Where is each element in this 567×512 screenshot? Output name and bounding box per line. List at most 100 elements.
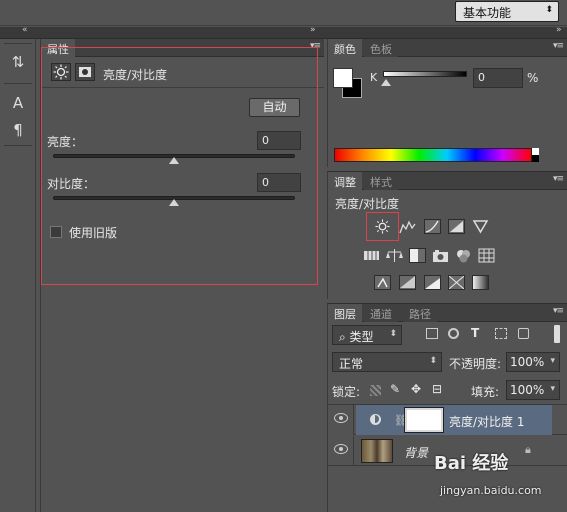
workspace-dropdown[interactable]: 基本功能 ⬍ (455, 1, 559, 22)
brightness-slider-thumb[interactable] (169, 157, 179, 164)
filter-shape-icon[interactable] (495, 328, 507, 339)
layer-filter-dropdown[interactable]: ⌕ 类型 ⬍ (332, 325, 402, 345)
opacity-label: 不透明度: (449, 357, 502, 371)
eye-icon[interactable] (334, 413, 348, 423)
watermark-logo: Bai 经验 (434, 453, 509, 474)
properties-panel: 属性 ▾≡ 亮度/对比度 自动 亮度： 0 对比度： 0 使用旧版 (40, 39, 324, 512)
k-slider-track[interactable] (383, 71, 467, 77)
spectrum-black-swatch[interactable] (532, 155, 539, 162)
lock-label: 锁定: (332, 385, 361, 399)
photo-filter-adj-icon[interactable] (432, 248, 449, 263)
contrast-input[interactable]: 0 (257, 173, 301, 192)
properties-tabrow: 属性 ▾≡ (41, 39, 324, 57)
color-tabrow: 颜色 色板 ▾≡ (328, 39, 567, 57)
tab-color[interactable]: 颜色 (328, 39, 362, 57)
lock-position-icon[interactable]: ✥ (411, 382, 421, 396)
k-slider-thumb[interactable] (381, 79, 391, 86)
paragraph-icon[interactable]: ¶ (6, 119, 30, 141)
lock-all-icon[interactable]: ⊟ (432, 382, 442, 396)
tab-properties[interactable]: 属性 (41, 39, 75, 57)
fill-label: 填充: (471, 385, 500, 399)
levels-adj-icon[interactable] (399, 219, 416, 234)
channel-mixer-adj-icon[interactable] (455, 248, 472, 263)
eye-icon[interactable] (334, 444, 348, 454)
legacy-label: 使用旧版 (69, 226, 118, 240)
tab-swatches[interactable]: 色板 (364, 39, 398, 57)
layer-mask-thumbnail[interactable] (404, 407, 444, 433)
lock-image-icon[interactable]: ✎ (390, 382, 400, 396)
history-icon[interactable]: ⇅ (6, 51, 30, 73)
blend-mode-dropdown[interactable]: 正常 ⬍ (332, 352, 442, 372)
chevron-updown-icon: ⬍ (429, 356, 437, 366)
contrast-label: 对比度： (47, 177, 96, 191)
panel-menu-icon[interactable]: ▾≡ (553, 174, 564, 184)
black-white-adj-icon[interactable] (409, 248, 426, 263)
tab-layers[interactable]: 图层 (328, 304, 362, 322)
selective-color-adj-icon[interactable] (448, 275, 465, 290)
color-lookup-adj-icon[interactable] (478, 248, 495, 263)
panel-menu-icon[interactable]: ▾≡ (310, 41, 321, 51)
brightness-input[interactable]: 0 (257, 131, 301, 150)
adjustment-layer-icon (370, 414, 381, 425)
filter-adjustment-icon[interactable] (448, 328, 459, 339)
foreground-color-swatch[interactable] (333, 68, 353, 88)
invert-adj-icon[interactable] (374, 275, 391, 290)
gradient-map-adj-icon[interactable] (472, 275, 489, 290)
divider (4, 43, 32, 44)
layer-mask-icon[interactable] (75, 63, 95, 81)
curves-adj-icon[interactable] (424, 219, 441, 234)
legacy-checkbox[interactable] (50, 226, 62, 238)
layers-panel: 图层 通道 路径 ▾≡ ⌕ 类型 ⬍ T 正常 ⬍ 不透明度: 100% ▾ 锁… (327, 303, 567, 512)
layer-row[interactable]: ⛓ 亮度/对比度 1 (328, 405, 567, 435)
layer-name[interactable]: 背景 (404, 444, 428, 461)
adjustments-title: 亮度/对比度 (335, 197, 400, 211)
background-thumbnail[interactable] (361, 439, 393, 463)
adjustments-tabrow: 调整 样式 ▾≡ (328, 172, 567, 190)
k-value-input[interactable]: 0 (473, 68, 523, 88)
color-panel: 颜色 色板 ▾≡ K 0 % (327, 39, 567, 167)
channel-label: K (370, 71, 378, 84)
filter-pixel-icon[interactable] (426, 328, 438, 339)
exposure-adj-icon[interactable] (448, 219, 465, 234)
brightness-contrast-adj-icon[interactable] (374, 219, 391, 234)
fill-field[interactable]: 100% ▾ (506, 380, 560, 400)
hue-saturation-adj-icon[interactable] (363, 248, 380, 263)
collapse-left-icon[interactable]: « (22, 25, 28, 35)
color-spectrum-bar[interactable] (334, 148, 532, 162)
top-bar: 基本功能 ⬍ (0, 0, 567, 26)
percent-unit: % (527, 71, 539, 85)
tab-adjustments[interactable]: 调整 (328, 172, 362, 190)
expand-right-icon[interactable]: » (310, 25, 316, 35)
chevron-down-icon: ▾ (550, 384, 555, 394)
tool-column: ⇅ A ¶ (0, 39, 36, 512)
filter-smart-object-icon[interactable] (518, 328, 529, 339)
character-icon[interactable]: A (6, 92, 30, 114)
panel-menu-icon[interactable]: ▾≡ (553, 306, 564, 316)
vibrance-adj-icon[interactable] (472, 219, 489, 234)
filter-kind-label: 类型 (349, 330, 374, 344)
properties-title: 亮度/对比度 (103, 68, 168, 82)
panel-menu-icon[interactable]: ▾≡ (553, 41, 564, 51)
spectrum-white-swatch[interactable] (532, 148, 539, 155)
filter-toggle-switch[interactable] (554, 325, 560, 343)
adjustment-brightness-icon[interactable] (51, 63, 71, 81)
threshold-adj-icon[interactable] (424, 275, 441, 290)
opacity-value: 100% (510, 355, 545, 369)
opacity-field[interactable]: 100% ▾ (506, 352, 560, 372)
lock-icon: 🔒︎ (525, 443, 531, 456)
tab-paths[interactable]: 路径 (403, 304, 437, 322)
lock-transparent-icon[interactable] (370, 385, 381, 396)
layer-name[interactable]: 亮度/对比度 1 (449, 413, 525, 430)
tab-styles[interactable]: 样式 (364, 172, 398, 190)
fill-value: 100% (510, 383, 545, 397)
auto-button[interactable]: 自动 (249, 98, 300, 117)
posterize-adj-icon[interactable] (399, 275, 416, 290)
tab-channels[interactable]: 通道 (364, 304, 398, 322)
brightness-label: 亮度： (47, 135, 84, 149)
color-balance-adj-icon[interactable] (386, 248, 403, 263)
expand-right-icon-2[interactable]: » (556, 25, 562, 35)
properties-header: 亮度/对比度 (41, 58, 324, 88)
filter-type-icon[interactable]: T (471, 326, 479, 340)
chevron-updown-icon: ⬍ (389, 329, 397, 339)
contrast-slider-thumb[interactable] (169, 199, 179, 206)
